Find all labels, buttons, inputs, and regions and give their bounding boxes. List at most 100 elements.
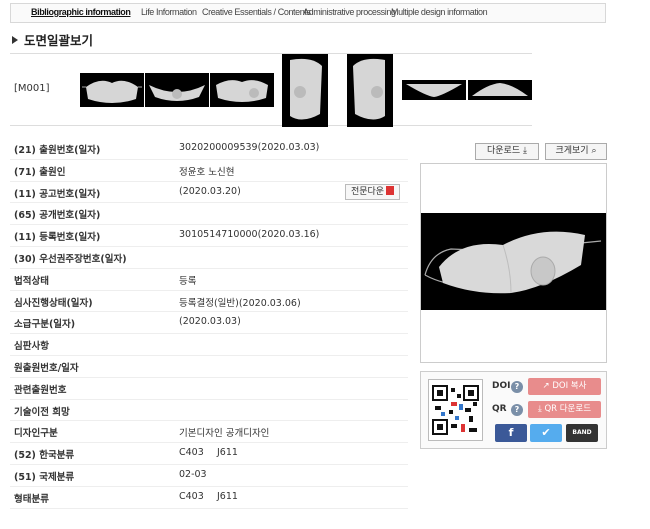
mask-drawing-3	[216, 80, 268, 102]
row-label: (30) 우선권주장번호(일자)	[14, 253, 127, 265]
row-value: 02-03	[179, 468, 207, 480]
qr-code	[428, 379, 483, 441]
triangle-right-icon	[12, 36, 18, 44]
row-label: 관련출원번호	[14, 384, 67, 396]
row-label: (65) 공개번호(일자)	[14, 210, 101, 222]
table-row: 관련출원번호	[10, 378, 408, 400]
row-label: 법적상태	[14, 275, 49, 287]
row-label: 원출원번호/일자	[14, 362, 79, 374]
tab-life-information[interactable]: Life Information	[141, 7, 197, 17]
row-value: 등록	[179, 275, 197, 287]
bibliographic-table: (21) 출원번호(일자) 3020200009539(2020.03.03) (7…	[10, 138, 408, 509]
drawing-thumbnail-4[interactable]	[282, 54, 328, 127]
row-label: (51) 국제분류	[14, 471, 75, 483]
preview-image	[421, 213, 606, 310]
tab-creative-essentials[interactable]: Creative Essentials / Contents	[202, 7, 311, 17]
row-value: 3020200009539(2020.03.03)	[179, 142, 320, 153]
drawing-code: [M001]	[14, 83, 50, 94]
tab-administrative-processing[interactable]: Administrative processing	[303, 7, 396, 17]
doi-help-icon[interactable]: ?	[511, 381, 523, 393]
row-label: (71) 출원인	[14, 166, 66, 178]
share-panel: DOI ? QR ? ↗ DOI 복사 ⤓ QR 다운로드 f ✔ BAND	[420, 371, 607, 449]
qr-download-button[interactable]: ⤓ QR 다운로드	[528, 401, 601, 418]
table-row: (30) 우선권주장번호(일자)	[10, 247, 408, 269]
row-label: 심판사항	[14, 341, 49, 353]
doi-copy-button[interactable]: ↗ DOI 복사	[528, 378, 601, 395]
table-row: (65) 공개번호(일자)	[10, 203, 408, 226]
table-row: 기술이전 희망	[10, 400, 408, 422]
row-label: (11) 공고번호(일자)	[14, 188, 101, 200]
mask-drawing-1	[82, 80, 142, 103]
row-label: (52) 한국분류	[14, 450, 75, 462]
drawing-thumbnail-3[interactable]	[210, 73, 274, 107]
tab-bibliographic-information[interactable]: Bibliographic information	[31, 7, 131, 17]
band-share-button[interactable]: BAND	[566, 424, 598, 442]
twitter-share-button[interactable]: ✔	[530, 424, 562, 442]
row-label: (21) 출원번호(일자)	[14, 145, 101, 156]
table-row: 소급구분(일자) (2020.03.03)	[10, 312, 408, 335]
fulltext-download-button[interactable]: 전문다운	[345, 183, 400, 200]
table-row: 법적상태 등록	[10, 269, 408, 291]
external-link-icon: ↗	[542, 381, 550, 391]
table-row: 형태분류 C403 J611	[10, 487, 408, 509]
download-icon: ⤓	[537, 404, 542, 414]
mask-drawing-2	[149, 85, 205, 101]
band-icon: BAND	[572, 429, 592, 436]
download-icon: ⤓	[523, 146, 527, 156]
table-row: (11) 등록번호(일자) 3010514710000(2020.03.16)	[10, 225, 408, 247]
mask-drawing-4	[290, 58, 322, 120]
table-row: (51) 국제분류 02-03	[10, 465, 408, 487]
drawing-preview[interactable]	[420, 163, 607, 363]
zoom-button-label: 크게보기	[555, 146, 589, 156]
facebook-share-button[interactable]: f	[495, 424, 527, 442]
fulltext-download-label: 전문다운	[350, 186, 385, 197]
facebook-icon: f	[508, 426, 514, 439]
drawing-thumbnail-2[interactable]	[145, 73, 209, 107]
download-button-label: 다운로드	[487, 146, 521, 156]
magnifier-icon: ⌕	[591, 146, 597, 156]
tab-multiple-design-information[interactable]: Multiple design information	[391, 7, 488, 17]
qr-help-icon[interactable]: ?	[511, 404, 523, 416]
drawing-thumbnail-1[interactable]	[80, 73, 144, 107]
mask-drawing-5	[353, 58, 385, 120]
row-value: C403	[179, 490, 204, 502]
row-value: C403	[179, 447, 204, 459]
row-value: (2020.03.03)	[179, 316, 241, 328]
table-row: (21) 출원번호(일자) 3020200009539(2020.03.03)	[10, 138, 408, 160]
table-row: 원출원번호/일자	[10, 356, 408, 378]
drawing-thumbnail-7[interactable]	[468, 80, 532, 100]
drawing-thumbnails: [M001]	[10, 53, 532, 127]
row-value: 등록결정(일반)(2020.03.06)	[179, 297, 301, 309]
row-label: 디자인구분	[14, 428, 58, 440]
table-row: (11) 공고번호(일자) (2020.03.20) 전문다운	[10, 182, 408, 204]
drawing-thumbnail-5[interactable]	[347, 54, 393, 127]
row-label: 형태분류	[14, 493, 49, 505]
row-value-secondary: J611	[217, 447, 238, 459]
qr-code-image	[432, 385, 479, 435]
download-button[interactable]: 다운로드 ⤓	[475, 143, 539, 160]
table-row: 디자인구분 기본디자인 공개디자인	[10, 421, 408, 444]
mask-drawing-7	[472, 83, 528, 96]
row-value: 정윤호 노신현	[179, 166, 235, 178]
section-title-text: 도면일괄보기	[24, 33, 94, 48]
twitter-icon: ✔	[541, 426, 551, 439]
row-value: 기본디자인 공개디자인	[179, 428, 270, 440]
row-value: (2020.03.20)	[179, 185, 241, 197]
drawing-thumbnail-6[interactable]	[402, 80, 466, 100]
qr-download-label: QR 다운로드	[544, 404, 592, 414]
doi-label: DOI	[492, 381, 511, 391]
section-title: 도면일괄보기	[12, 30, 93, 49]
pdf-icon	[386, 185, 395, 195]
table-row: (71) 출원인 정윤호 노신현	[10, 160, 408, 182]
row-value-secondary: J611	[217, 490, 238, 502]
qr-label: QR	[492, 404, 507, 414]
row-label: 심사진행상태(일자)	[14, 297, 93, 309]
row-label: (11) 등록번호(일자)	[14, 232, 101, 244]
mask-drawing-6	[406, 84, 462, 97]
row-label: 기술이전 희망	[14, 406, 70, 418]
table-row: 심판사항	[10, 334, 408, 356]
table-row: (52) 한국분류 C403 J611	[10, 443, 408, 465]
row-label: 소급구분(일자)	[14, 319, 76, 331]
table-row: 심사진행상태(일자) 등록결정(일반)(2020.03.06)	[10, 291, 408, 313]
zoom-button[interactable]: 크게보기 ⌕	[545, 143, 607, 160]
